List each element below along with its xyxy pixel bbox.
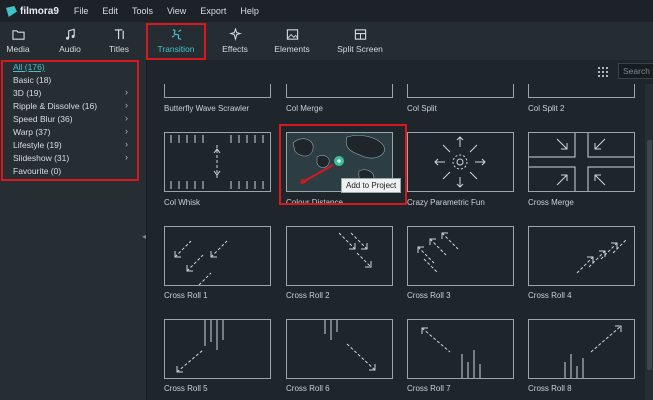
thumb-cross-roll-1[interactable] — [164, 226, 271, 286]
cross-roll-icon — [417, 232, 459, 274]
thumb-label: Cross Roll 8 — [528, 384, 572, 393]
main-toolbar: Media Audio Titles Transition Effects El… — [0, 22, 653, 60]
category-list-highlight — [1, 60, 139, 181]
thumb-label: Cross Roll 7 — [407, 384, 451, 393]
thumb-crazy-parametric-fun[interactable] — [407, 132, 514, 192]
thumb-cross-roll-2[interactable] — [286, 226, 393, 286]
filmora-logo-icon — [6, 5, 17, 17]
cross-roll-icon — [421, 327, 481, 378]
thumb-label: Cross Roll 1 — [164, 291, 208, 300]
menu-tools[interactable]: Tools — [132, 6, 153, 16]
grid-view-icon[interactable] — [598, 67, 608, 77]
collapse-panel-icon[interactable]: ◂ — [142, 232, 146, 241]
thumb-cross-roll-6[interactable] — [286, 319, 393, 379]
thumb-cross-merge[interactable] — [528, 132, 635, 192]
tab-transition-label: Transition — [157, 44, 195, 54]
app-logo: filmora9 — [6, 5, 59, 17]
thumb-label: Cross Roll 6 — [286, 384, 330, 393]
thumb-label: Col Whisk — [164, 198, 201, 207]
thumb-label: Cross Roll 3 — [407, 291, 451, 300]
cross-roll-icon — [174, 240, 228, 286]
menu-help[interactable]: Help — [240, 6, 259, 16]
tab-elements-label: Elements — [274, 44, 310, 54]
tab-split-screen[interactable]: Split Screen — [334, 22, 386, 60]
content-topbar — [148, 60, 653, 84]
music-note-icon — [65, 28, 75, 40]
thumb-cross-roll-5[interactable] — [164, 319, 271, 379]
image-icon — [286, 29, 298, 40]
thumb-label: Cross Merge — [528, 198, 574, 207]
text-title-icon — [114, 29, 124, 40]
thumb-label: Cross Roll 4 — [528, 291, 572, 300]
thumb-col-merge[interactable] — [286, 84, 393, 98]
crazy-parametric-icon — [434, 136, 486, 188]
tab-effects[interactable]: Effects — [217, 22, 253, 60]
thumb-label: Colour Distance — [286, 198, 343, 207]
thumb-label: Col Split 2 — [528, 104, 565, 113]
thumb-label: Crazy Parametric Fun — [407, 198, 485, 207]
menu-edit[interactable]: Edit — [102, 6, 118, 16]
tab-media[interactable]: Media — [4, 22, 32, 60]
thumb-label: Cross Roll 5 — [164, 384, 208, 393]
app-logo-text: filmora9 — [20, 5, 59, 17]
tab-transition[interactable]: Transition — [150, 22, 202, 60]
menu-export[interactable]: Export — [200, 6, 226, 16]
cross-merge-icon — [529, 133, 634, 191]
thumb-label: Col Merge — [286, 104, 323, 113]
tab-effects-label: Effects — [222, 44, 248, 54]
thumb-label: Col Split — [407, 104, 437, 113]
thumb-cross-roll-7[interactable] — [407, 319, 514, 379]
thumb-col-whisk[interactable] — [164, 132, 271, 192]
tab-titles-label: Titles — [109, 44, 129, 54]
menu-view[interactable]: View — [167, 6, 186, 16]
cross-roll-icon — [176, 320, 224, 373]
search-input[interactable]: Search — [618, 63, 653, 79]
thumb-cross-roll-3[interactable] — [407, 226, 514, 286]
cross-roll-icon — [324, 320, 376, 371]
thumb-butterfly-wave-scrawler[interactable] — [164, 84, 271, 98]
menu-bar: filmora9 File Edit Tools View Export Hel… — [0, 0, 653, 22]
menu-file[interactable]: File — [74, 6, 89, 16]
thumb-col-split[interactable] — [407, 84, 514, 98]
thumb-cross-roll-8[interactable] — [528, 319, 635, 379]
tab-audio-label: Audio — [59, 44, 81, 54]
thumb-cross-roll-4[interactable] — [528, 226, 635, 286]
cross-roll-icon — [564, 325, 622, 378]
thumb-label: Cross Roll 2 — [286, 291, 330, 300]
effects-sparkle-icon — [228, 28, 242, 41]
tab-elements[interactable]: Elements — [270, 22, 314, 60]
tab-audio[interactable]: Audio — [56, 22, 84, 60]
thumb-col-split-2[interactable] — [528, 84, 635, 98]
transition-icon — [171, 29, 181, 40]
add-to-project-tooltip: Add to Project — [341, 178, 402, 193]
tab-media-label: Media — [6, 44, 30, 54]
folder-icon — [11, 30, 25, 40]
thumb-label: Butterfly Wave Scrawler — [164, 104, 250, 113]
cross-roll-icon — [338, 232, 372, 268]
split-screen-icon — [354, 29, 366, 40]
col-whisk-icon — [170, 135, 264, 189]
cross-roll-icon — [576, 238, 628, 274]
scrollbar-thumb[interactable] — [647, 140, 652, 370]
tab-titles[interactable]: Titles — [104, 22, 134, 60]
tab-split-screen-label: Split Screen — [337, 44, 383, 54]
